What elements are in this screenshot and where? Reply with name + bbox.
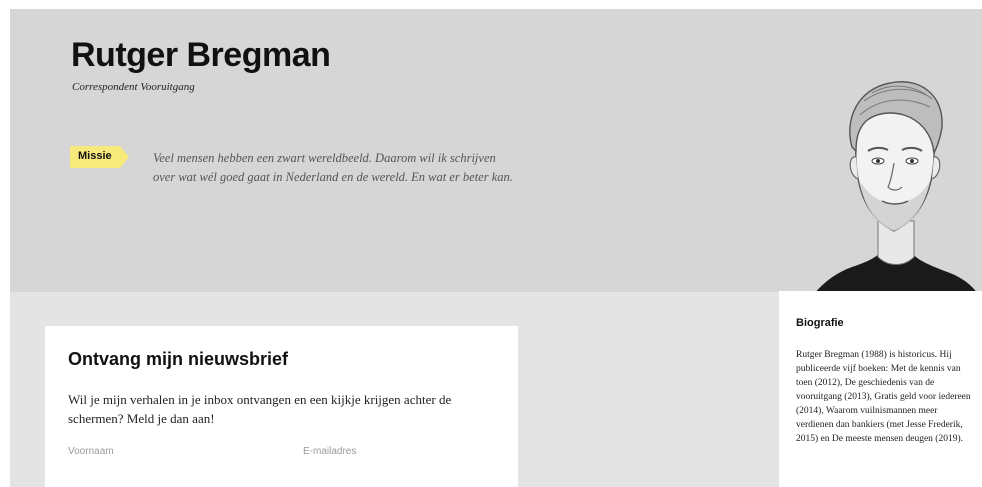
page-frame: Rutger Bregman Correspondent Vooruitgang… <box>10 9 982 487</box>
newsletter-card: Ontvang mijn nieuwsbrief Wil je mijn ver… <box>45 326 518 487</box>
email-field[interactable]: E-mailadres <box>303 446 356 457</box>
biography-panel: Biografie Rutger Bregman (1988) is histo… <box>779 291 982 487</box>
biography-text: Rutger Bregman (1988) is historicus. Hij… <box>796 350 971 444</box>
newsletter-title: Ontvang mijn nieuwsbrief <box>68 349 289 369</box>
first-name-field[interactable]: Voornaam <box>68 446 114 457</box>
author-role: Correspondent Vooruitgang <box>72 81 195 93</box>
mission-badge: Missie <box>70 146 129 168</box>
mission-statement: Veel mensen hebben een zwart wereldbeeld… <box>153 151 513 184</box>
newsletter-description: Wil je mijn verhalen in je inbox ontvang… <box>68 392 452 426</box>
biography-title: Biografie <box>796 317 844 329</box>
author-name: Rutger Bregman <box>71 36 331 74</box>
mission-badge-label: Missie <box>78 150 112 162</box>
